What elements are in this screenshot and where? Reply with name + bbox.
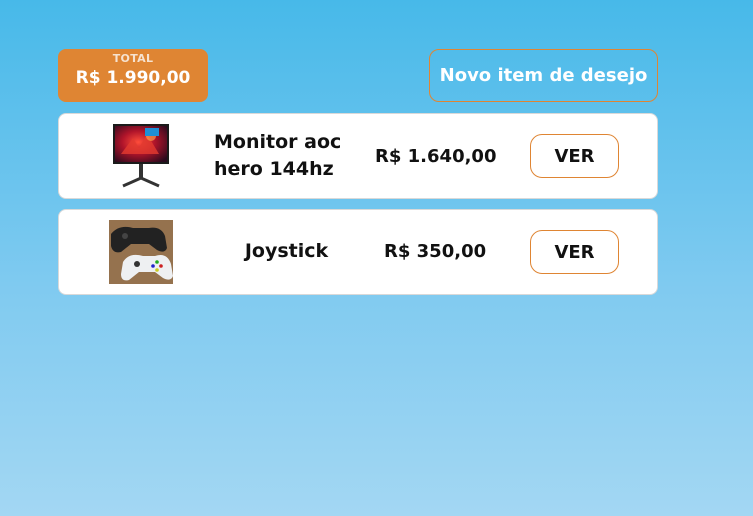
gamepad-icon — [109, 220, 173, 284]
total-badge: TOTAL R$ 1.990,00 — [58, 49, 208, 102]
item-name: Joystick — [244, 240, 329, 262]
total-label: TOTAL — [112, 52, 154, 65]
new-wish-item-button[interactable]: Novo item de desejo — [429, 49, 658, 102]
view-item-button[interactable]: VER — [530, 134, 619, 178]
item-price: R$ 1.640,00 — [375, 146, 497, 167]
wish-item-card: Monitor aoc hero 144hz R$ 1.640,00 VER — [58, 113, 658, 199]
item-price: R$ 350,00 — [384, 241, 487, 262]
total-value: R$ 1.990,00 — [75, 68, 191, 88]
view-item-button[interactable]: VER — [530, 230, 619, 274]
wish-item-card: Joystick R$ 350,00 VER — [58, 209, 658, 295]
item-name: Monitor aoc hero 144hz — [214, 131, 342, 180]
monitor-icon — [111, 124, 175, 188]
